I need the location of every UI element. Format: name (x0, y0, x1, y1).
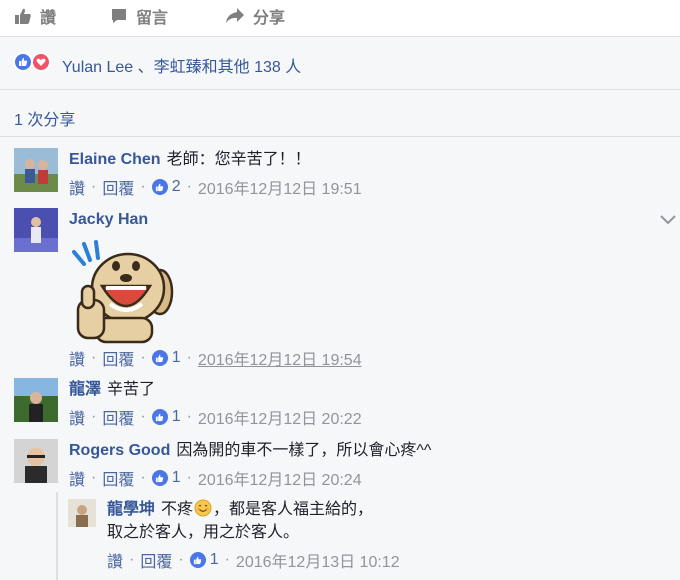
comment-body: Jacky Han (69, 209, 154, 231)
comment-like-count[interactable]: 1 (151, 469, 181, 487)
like-action-button[interactable]: 讚 (14, 5, 56, 27)
reply-reply-link[interactable]: 回覆 (140, 548, 172, 572)
comment-reply-link[interactable]: 回覆 (102, 346, 134, 370)
reply-text-end: ，都是客人福主給的， (213, 501, 374, 518)
reply-thread-line (56, 492, 58, 580)
comment-body: Elaine Chen 老師：您辛苦了！！ (69, 149, 311, 171)
thumbs-up-dog-sticker (66, 234, 178, 346)
comment-meta: 讚 · 回覆 · 2 · 2016年12月12日 19:51 (69, 175, 362, 199)
shares-link[interactable]: 1 次分享 (14, 106, 75, 130)
like-action-label: 讚 (40, 10, 57, 27)
thumbs-up-icon (15, 8, 31, 24)
comment-timestamp[interactable]: 2016年12月12日 20:22 (198, 405, 362, 429)
like-reaction-icon (13, 52, 33, 72)
like-badge-icon (151, 409, 168, 425)
reactions-text[interactable]: Yulan Lee 、李虹臻和其他 138 人 (62, 53, 301, 77)
comment-body: Rogers Good 因為開的車不一樣了，所以會心疼^^ (69, 440, 431, 462)
comment-timestamp[interactable]: 2016年12月12日 20:24 (198, 466, 362, 490)
like-badge-icon (151, 179, 168, 195)
comment-like-link[interactable]: 讚 (69, 346, 85, 370)
share-arrow-icon (226, 8, 244, 23)
like-count-value: 2 (171, 178, 181, 195)
like-badge-icon (151, 470, 168, 486)
reply-like-count[interactable]: 1 (189, 551, 219, 569)
post-action-bar: 讚 留言 分享 (0, 0, 680, 37)
love-reaction-icon (31, 52, 51, 72)
like-badge-icon (189, 552, 206, 568)
share-action-button[interactable]: 分享 (225, 5, 285, 27)
reply-body: 龍學坤 不疼 ，都是客人福主給的， (107, 499, 373, 524)
avatar[interactable] (14, 378, 58, 422)
comment-author[interactable]: Rogers Good (69, 442, 170, 459)
comment-reply-link[interactable]: 回覆 (102, 466, 134, 490)
comment-text: 老師：您辛苦了！！ (166, 151, 311, 168)
reply-author[interactable]: 龍學坤 (107, 501, 155, 518)
share-action-label: 分享 (253, 10, 286, 27)
like-count-value: 1 (171, 408, 181, 425)
reactions-summary[interactable]: Yulan Lee 、李虹臻和其他 138 人 (0, 37, 680, 90)
comment-meta: 讚 · 回覆 · 1 · 2016年12月12日 19:54 (69, 346, 362, 370)
reply-body-line2: 取之於客人，用之於客人。 (107, 522, 299, 544)
reply-text-start: 不疼 (161, 501, 194, 518)
avatar[interactable] (68, 499, 96, 527)
avatar[interactable] (14, 439, 58, 483)
comment-body: 龍澤 辛苦了 (69, 379, 155, 401)
avatar[interactable] (14, 148, 58, 192)
reply-like-link[interactable]: 讚 (107, 548, 123, 572)
like-badge-icon (151, 350, 168, 366)
reply-timestamp[interactable]: 2016年12月13日 10:12 (236, 548, 400, 572)
comment-like-count[interactable]: 2 (151, 178, 181, 196)
comment-like-count[interactable]: 1 (151, 349, 181, 367)
comment-meta: 讚 · 回覆 · 1 · 2016年12月12日 20:22 (69, 405, 362, 429)
comment-like-link[interactable]: 讚 (69, 405, 85, 429)
comment-timestamp[interactable]: 2016年12月12日 19:54 (198, 346, 362, 370)
comment-reply-link[interactable]: 回覆 (102, 405, 134, 429)
comment-author[interactable]: Jacky Han (69, 211, 148, 228)
reply-meta: 讚 · 回覆 · 1 · 2016年12月13日 10:12 (107, 548, 400, 572)
reply-text-line2: 取之於客人，用之於客人。 (107, 524, 300, 541)
comment-options-chevron-icon[interactable] (660, 212, 676, 230)
comment-like-count[interactable]: 1 (151, 408, 181, 426)
avatar[interactable] (14, 208, 58, 252)
like-count-value: 1 (171, 469, 181, 486)
comment-meta: 讚 · 回覆 · 1 · 2016年12月12日 20:24 (69, 466, 362, 490)
comment-timestamp[interactable]: 2016年12月12日 19:51 (198, 175, 362, 199)
shares-summary: 1 次分享 (0, 90, 680, 137)
comment-icon (112, 9, 126, 23)
comment-like-link[interactable]: 讚 (69, 175, 85, 199)
comment-reply-link[interactable]: 回覆 (102, 175, 134, 199)
comment-author[interactable]: Elaine Chen (69, 151, 161, 168)
comment-action-button[interactable]: 留言 (110, 5, 168, 27)
smiling-face-emoji-icon (194, 499, 212, 524)
comment-text: 辛苦了 (107, 381, 156, 398)
comment-action-label: 留言 (136, 10, 169, 27)
like-count-value: 1 (171, 349, 181, 366)
comment-text: 因為開的車不一樣了，所以會心疼^^ (176, 442, 432, 459)
like-count-value: 1 (209, 551, 219, 568)
comment-like-link[interactable]: 讚 (69, 466, 85, 490)
comment-author[interactable]: 龍澤 (69, 381, 101, 398)
